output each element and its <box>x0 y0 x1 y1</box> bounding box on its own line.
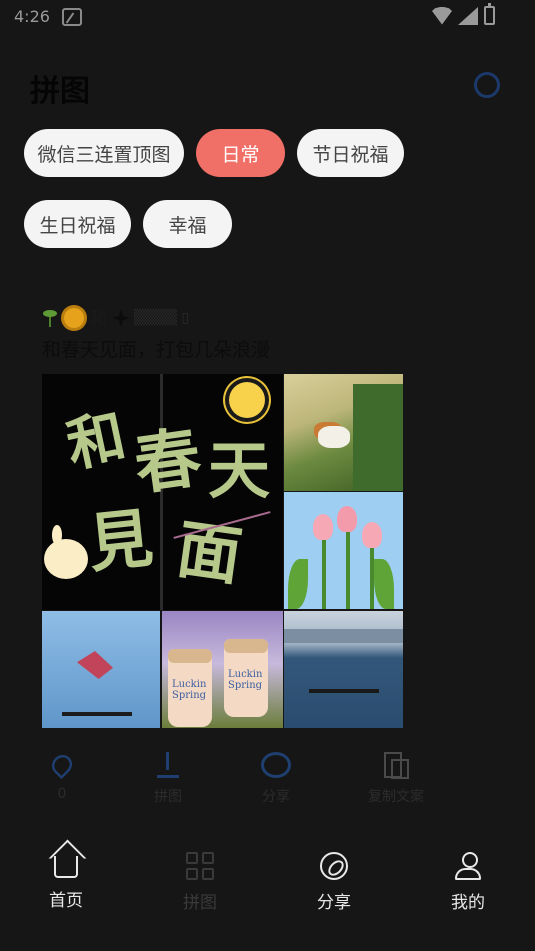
copy-label: 复制文案 <box>368 789 424 805</box>
copy-icon <box>384 752 409 779</box>
sun-emoji-icon <box>64 308 84 328</box>
lake-photo-tile <box>284 611 403 728</box>
chip-daily[interactable]: 日常 <box>196 129 285 177</box>
chip-weixin-top[interactable]: 微信三连置顶图 <box>24 129 184 177</box>
grid-icon <box>186 852 214 880</box>
calligraphy-char: 見 <box>84 500 157 583</box>
copy-text-button[interactable]: 复制文案 <box>356 752 436 806</box>
clover-emoji-icon <box>112 309 130 327</box>
puzzle-icon <box>157 752 179 778</box>
signal-icon <box>458 6 478 25</box>
caption-bar <box>309 689 379 693</box>
stem <box>370 539 374 609</box>
post-title-text: 和 <box>90 309 108 330</box>
puzzle-button[interactable]: 拼图 <box>128 752 208 806</box>
chip-label: 生日祝福 <box>39 214 116 237</box>
share-label: 分享 <box>262 789 290 805</box>
tab-label: 分享 <box>317 893 351 913</box>
chip-label: 幸福 <box>168 214 207 237</box>
post-title-suffix: ▒▒▒▒ ▯ <box>134 310 190 326</box>
collage-image[interactable]: 和 春 天 見 面 Luckin Spring Luckin Spring <box>42 374 403 728</box>
tab-label: 首页 <box>49 891 83 911</box>
skyline <box>284 629 403 643</box>
tab-label: 拼图 <box>183 893 217 913</box>
calligraphy-char: 天 <box>208 434 271 507</box>
calligraphy-char: 面 <box>172 511 247 596</box>
share-post-button[interactable]: 分享 <box>236 752 316 806</box>
kite-photo-tile <box>42 611 160 728</box>
chip-label: 日常 <box>221 143 260 166</box>
chip-label: 节日祝福 <box>312 143 389 166</box>
like-button[interactable]: 0 <box>22 750 102 802</box>
tulip-flower <box>362 522 382 548</box>
tulip-flower <box>337 506 357 532</box>
drink-cup: Luckin Spring <box>168 649 212 727</box>
tab-puzzle[interactable]: 拼图 <box>160 852 240 913</box>
calligraphy-tile: 和 春 天 見 面 <box>42 374 283 610</box>
wifi-icon <box>432 6 452 25</box>
user-icon <box>454 852 482 880</box>
chip-festival[interactable]: 节日祝福 <box>297 129 404 177</box>
stem <box>346 519 350 609</box>
puzzle-label: 拼图 <box>154 789 182 805</box>
bottom-tab-bar: 首页 拼图 分享 我的 <box>0 832 535 951</box>
caption-bar <box>62 712 132 716</box>
tulip-flower <box>313 514 333 540</box>
tab-label: 我的 <box>451 893 485 913</box>
compass-icon <box>320 852 348 880</box>
chip-birthday[interactable]: 生日祝福 <box>24 200 131 248</box>
home-icon <box>54 856 78 878</box>
tulip-photo-tile <box>284 492 403 609</box>
cat-photo-tile <box>284 374 403 491</box>
notification-icon <box>62 8 82 26</box>
post-title: 和 ▒▒▒▒ ▯ <box>42 305 189 331</box>
leaf <box>374 559 394 609</box>
settings-icon[interactable] <box>474 72 500 98</box>
tab-mine[interactable]: 我的 <box>428 852 508 913</box>
post-subtitle: 和春天见面，打包几朵浪漫 <box>42 339 271 361</box>
heart-icon <box>47 750 77 780</box>
hedge <box>353 384 403 491</box>
drink-label: Luckin Spring <box>228 669 263 691</box>
page-title: 拼图 <box>30 74 90 109</box>
share-icon <box>261 752 291 778</box>
like-count: 0 <box>57 786 67 802</box>
tab-share[interactable]: 分享 <box>294 852 374 913</box>
sun-sticker <box>229 382 265 418</box>
sprout-emoji-icon <box>42 309 58 327</box>
kite <box>77 651 113 679</box>
chip-label: 微信三连置顶图 <box>37 143 171 166</box>
chip-happiness[interactable]: 幸福 <box>143 200 232 248</box>
cat <box>318 426 350 448</box>
stem <box>322 529 326 609</box>
status-icons <box>432 3 495 25</box>
drinks-photo-tile: Luckin Spring Luckin Spring <box>162 611 283 728</box>
tab-home[interactable]: 首页 <box>26 852 106 911</box>
status-time: 4:26 <box>14 7 50 26</box>
battery-icon <box>484 3 495 25</box>
leaf <box>288 559 308 609</box>
calligraphy-char: 和 <box>60 401 132 481</box>
status-bar: 4:26 <box>0 0 535 34</box>
bunny-sticker <box>44 525 88 579</box>
drink-cup: Luckin Spring <box>224 639 268 717</box>
drink-label: Luckin Spring <box>172 679 207 701</box>
